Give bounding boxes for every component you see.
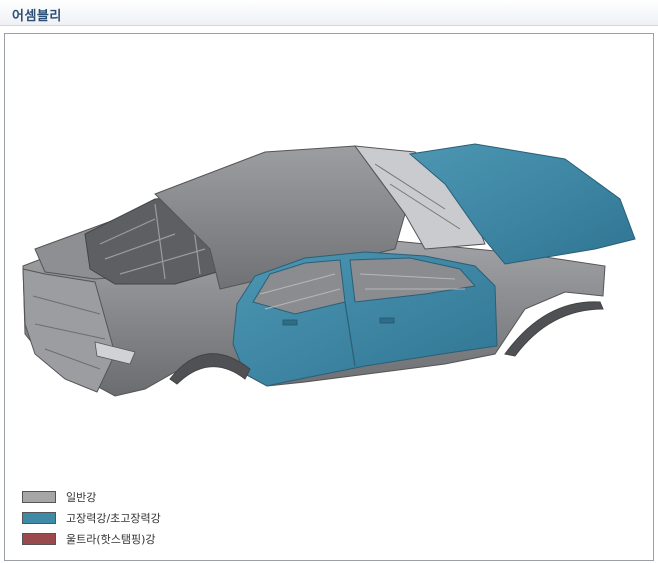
car-body-illustration [22,143,636,397]
title-bar: 어셈블리 [0,0,658,26]
figure-frame: 일반강 고장력강/초고장력강 울트라(핫스탬핑)강 [4,33,654,561]
legend-swatch-ultra-steel [22,533,56,545]
legend-swatch-general-steel [22,491,56,503]
legend-swatch-high-strength-steel [22,512,56,524]
page-title: 어셈블리 [12,9,62,24]
legend-label: 일반강 [66,491,97,504]
legend-label: 고장력강/초고장력강 [66,512,161,525]
legend-label: 울트라(핫스탬핑)강 [66,533,156,546]
